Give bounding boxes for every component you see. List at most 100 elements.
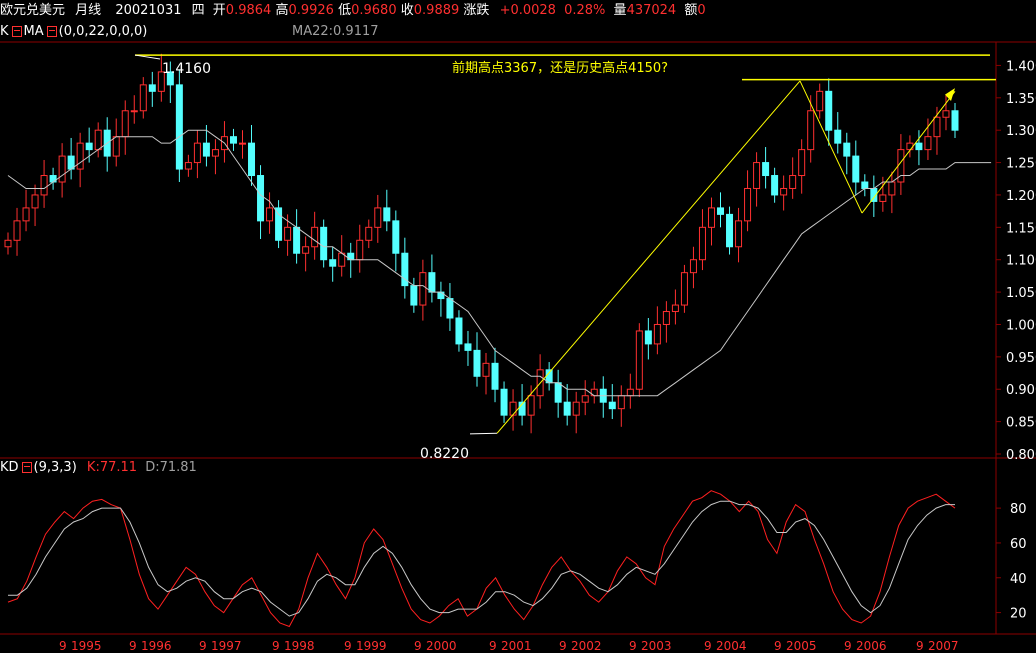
x-month-label: 9 [774, 639, 782, 653]
candle-body [491, 362, 499, 390]
candle-body [807, 110, 815, 151]
candle-body [248, 142, 256, 177]
x-month-label: 9 [272, 639, 280, 653]
candle-body [843, 142, 851, 157]
candle-body [211, 149, 219, 157]
kd-y-tick-label: 80 [1010, 502, 1027, 517]
y-tick-label: 0.900 [1006, 383, 1036, 398]
high-annotation: 1.4160 [162, 61, 211, 77]
candle-body [753, 162, 761, 189]
x-month-label: 9 [489, 639, 497, 653]
x-month-label: 9 [559, 639, 567, 653]
candle-body [13, 220, 21, 241]
candle-body [482, 362, 490, 377]
candle-body [193, 142, 201, 164]
x-year-label: 2005 [786, 639, 817, 653]
x-year-label: 1998 [284, 639, 315, 653]
candle-body [942, 110, 950, 118]
candle-body [473, 349, 481, 377]
candle-body [94, 129, 102, 151]
candle-body [662, 311, 670, 325]
candle-body [644, 330, 652, 345]
candle-body [834, 129, 842, 144]
x-month-label: 9 [629, 639, 637, 653]
y-tick-label: 1.050 [1006, 286, 1036, 301]
candle-body [816, 90, 824, 112]
candle-body [446, 298, 454, 319]
x-year-label: 1995 [71, 639, 102, 653]
candle-body [852, 155, 860, 183]
candle-body [266, 207, 274, 222]
candle-body [257, 175, 265, 222]
candle-body [139, 84, 147, 112]
y-tick-label: 1.100 [1006, 254, 1036, 269]
candle-body [572, 401, 580, 416]
candle-body [554, 382, 562, 403]
candle-body [762, 162, 770, 177]
candle-body [4, 239, 12, 248]
candle-body [861, 181, 869, 189]
x-month-label: 9 [129, 639, 137, 653]
candle-body [284, 226, 292, 241]
trend-line-up [496, 80, 801, 434]
candle-body [635, 330, 643, 390]
x-year-label: 1996 [141, 639, 172, 653]
candle-body [22, 207, 30, 222]
candle-body [329, 259, 337, 267]
trend-line-up-2 [861, 91, 956, 214]
low-pointer [469, 432, 498, 435]
candle-body [121, 110, 129, 138]
candle-body [653, 323, 661, 345]
candle-body [680, 272, 688, 306]
candle-body [563, 401, 571, 416]
candle-body [924, 136, 932, 151]
y-tick-label: 0.800 [1006, 448, 1036, 463]
candle-body [825, 90, 833, 131]
candle-body [85, 142, 93, 151]
candle-body [744, 187, 752, 222]
candle-body [689, 259, 697, 274]
arrow-head [945, 88, 955, 102]
x-year-label: 2006 [856, 639, 887, 653]
chart-canvas[interactable]: 1.400 1.350 1.300 1.250 1.200 1.150 1.100 1.050… [0, 0, 1036, 653]
candle-body [581, 395, 589, 403]
candle-body [302, 246, 310, 254]
candle-body [148, 84, 156, 92]
candle-body [951, 110, 959, 131]
candle-body [698, 226, 706, 261]
candle-body [888, 181, 896, 196]
candle-body [184, 162, 192, 170]
candle-body [671, 304, 679, 313]
x-month-label: 9 [414, 639, 422, 653]
x-year-label: 2000 [426, 639, 457, 653]
kd-y-tick-label: 60 [1010, 537, 1027, 552]
candle-body [509, 401, 517, 416]
y-tick-label: 1.250 [1006, 157, 1036, 172]
candle-body [726, 213, 734, 248]
candle-body [617, 395, 625, 410]
kd-y-tick-label: 40 [1010, 572, 1027, 587]
candle-body [717, 207, 725, 215]
candle-body [428, 272, 436, 293]
x-month-label: 9 [916, 639, 924, 653]
candle-body [906, 142, 914, 151]
candle-body [175, 84, 183, 170]
candle-body [229, 136, 237, 144]
x-year-label: 1997 [211, 639, 242, 653]
x-year-label: 2002 [571, 639, 602, 653]
candle-body [780, 187, 788, 196]
candle-body [915, 142, 923, 151]
candle-body [311, 226, 319, 248]
low-annotation: 0.8220 [420, 446, 469, 462]
y-tick-label: 1.000 [1006, 318, 1036, 333]
y-tick-label: 1.350 [1006, 92, 1036, 107]
y-tick-label: 1.200 [1006, 189, 1036, 204]
candle-body [320, 226, 328, 261]
candle-body [58, 155, 66, 183]
x-month-label: 9 [344, 639, 352, 653]
candle-body [735, 220, 743, 248]
note-annotation: 前期高点3367，还是历史高点4150? [452, 60, 668, 76]
x-year-label: 2007 [928, 639, 959, 653]
candle-body [130, 110, 138, 113]
x-year-label: 1999 [356, 639, 387, 653]
